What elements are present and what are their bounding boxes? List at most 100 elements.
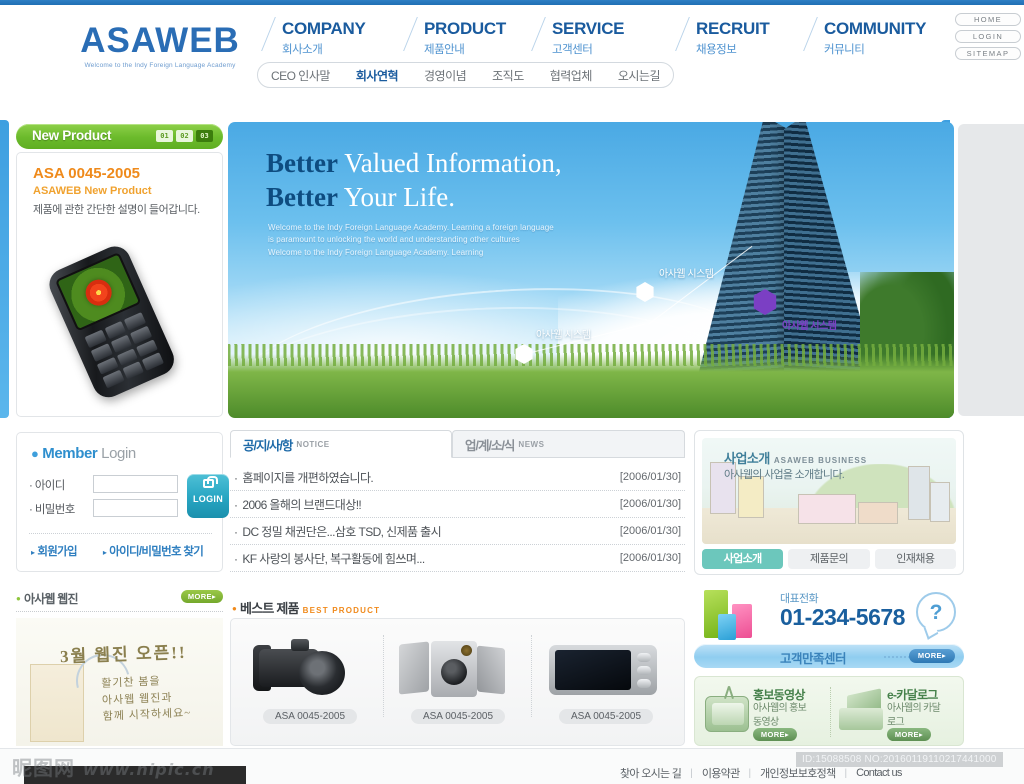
best-product-item[interactable]: ASA 0045-2005 <box>533 627 679 739</box>
promo-description: 아사웹의 홍보 동영상 <box>753 703 807 728</box>
new-product-item-subtitle: ASAWEB New Product <box>33 185 152 197</box>
grass-field-image <box>228 344 954 418</box>
banner-side-panel <box>958 124 1024 416</box>
nav-label-ko: 커뮤니티 <box>824 44 865 56</box>
promo-item-catalog[interactable]: e-카달로그 아사웹의 카달 로그 MORE▸ <box>831 684 964 742</box>
building-decor <box>930 482 950 522</box>
signup-link[interactable]: 회원가입 <box>31 543 77 559</box>
best-product-item[interactable]: ASA 0045-2005 <box>385 627 531 739</box>
site-logo[interactable]: ASAWEB Welcome to the Indy Foreign Langu… <box>60 23 260 69</box>
new-product-pager: 01 02 03 <box>156 130 213 142</box>
tab-label-en: NEWS <box>518 440 545 449</box>
customer-center-bar[interactable]: 고객만족센터 MORE▸ <box>694 644 964 668</box>
promo-more-button[interactable]: MORE▸ <box>753 728 797 741</box>
subnav-item-philosophy[interactable]: 경영이념 <box>424 67 467 84</box>
catalog-icon <box>837 688 885 734</box>
notice-row[interactable]: DC 정밀 채권단은...삼호 TSD, 신제품 출시 [2006/01/30] <box>230 518 685 545</box>
building-decor <box>908 466 930 520</box>
customer-center-more-button[interactable]: MORE▸ <box>909 649 955 663</box>
webzine-more-button[interactable]: MORE▸ <box>181 590 223 603</box>
tab-notice[interactable]: 공/지/사/항 NOTICE <box>230 430 452 458</box>
new-product-panel[interactable]: ASA 0045-2005 ASAWEB New Product 제품에 관한 … <box>16 152 223 417</box>
new-product-title: New Product <box>32 128 112 143</box>
promo-item-video[interactable]: 홍보동영상 아사웹의 홍보 동영상 MORE▸ <box>697 684 830 742</box>
footer-separator: | <box>690 767 693 779</box>
footer-link-privacy[interactable]: 개인정보보호정책 <box>760 765 836 781</box>
best-product-caption: ASA 0045-2005 <box>262 709 358 724</box>
watermark-url: www.nipic.cn <box>82 760 215 779</box>
banner-node-label: 아사웹 시스템 <box>782 321 837 332</box>
best-product-title-ko: 베스트 제품 <box>232 601 299 616</box>
business-tab-inquiry[interactable]: 제품문의 <box>788 549 870 569</box>
promo-description: 아사웹의 카달 로그 <box>887 703 941 728</box>
footer-separator: | <box>844 767 848 779</box>
pager-button-01[interactable]: 01 <box>156 130 173 142</box>
login-submit-button[interactable]: LOGIN <box>187 474 229 518</box>
best-product-caption: ASA 0045-2005 <box>558 709 654 724</box>
pager-button-02[interactable]: 02 <box>176 130 193 142</box>
pager-button-03[interactable]: 03 <box>196 130 213 142</box>
notice-row[interactable]: KF 사랑의 봉사단, 복구활동에 힘쓰며... [2006/01/30] <box>230 545 685 572</box>
subnav-item-history[interactable]: 회사연혁 <box>356 67 399 84</box>
find-id-password-link[interactable]: 아이디/비밀번호 찾기 <box>103 543 204 559</box>
nav-item-recruit[interactable]: RECRUIT 채용정보 <box>696 19 770 57</box>
notice-title: 2006 올해의 브랜드대상!! <box>234 496 361 513</box>
mobile-phone-icon <box>21 217 219 415</box>
business-tab-intro[interactable]: 사업소개 <box>702 549 784 569</box>
notice-board: 공/지/사/항 NOTICE 업/계/소/식 NEWS 홈페이지를 개편하였습니… <box>230 430 685 575</box>
subnav-item-organization[interactable]: 조직도 <box>492 67 524 84</box>
login-id-label-text: 아이디 <box>34 480 66 492</box>
webzine-title: 아사웹 웹진 <box>16 592 79 606</box>
banner-heading2-light: Your Life. <box>337 182 455 212</box>
promo-more-button[interactable]: MORE▸ <box>887 728 931 741</box>
footer-link-contact[interactable]: Contact us <box>856 767 902 779</box>
watermark-id-tag: ID:15088508 NO:20160119110217441000 <box>796 752 1003 767</box>
nav-label-ko: 회사소개 <box>282 44 323 56</box>
notice-date: [2006/01/30] <box>619 471 681 483</box>
customer-center-label: 고객만족센터 <box>780 652 847 666</box>
banner-node-top[interactable]: 아사웹 시스템 <box>635 269 714 302</box>
nav-divider-icon <box>261 17 276 51</box>
subnav-item-ceo-greeting[interactable]: CEO 인사말 <box>271 67 330 84</box>
footer-link-directions[interactable]: 찾아 오시는 길 <box>620 765 682 781</box>
phone-number: 01-234-5678 <box>780 604 905 630</box>
login-id-input[interactable] <box>93 475 178 493</box>
nav-item-community[interactable]: COMMUNITY 커뮤니티 <box>824 19 926 57</box>
best-product-item[interactable]: ASA 0045-2005 <box>237 627 383 739</box>
nav-label-en: SERVICE <box>552 19 625 38</box>
hero-banner[interactable]: Better Valued Information, Better Your L… <box>228 122 954 418</box>
banner-heading-line1: Better Valued Information, <box>266 150 562 177</box>
notice-row[interactable]: 홈페이지를 개편하였습니다. [2006/01/30] <box>230 464 685 491</box>
notice-row[interactable]: 2006 올해의 브랜드대상!! [2006/01/30] <box>230 491 685 518</box>
best-product-header: 베스트 제품BEST PRODUCT <box>232 598 380 618</box>
promo-box: 홍보동영상 아사웹의 홍보 동영상 MORE▸ e-카달로그 아사웹의 카달 로… <box>694 676 964 746</box>
utility-login-button[interactable]: LOGIN <box>955 30 1021 43</box>
bullet-icon: ● <box>31 446 39 461</box>
banner-heading2-bold: Better <box>266 182 338 212</box>
login-pw-label-text: 비밀번호 <box>34 504 76 516</box>
login-password-input[interactable] <box>93 499 178 517</box>
nav-item-service[interactable]: SERVICE 고객센터 <box>552 19 625 57</box>
nav-label-ko: 고객센터 <box>552 44 593 56</box>
help-question-icon[interactable]: ? <box>916 592 956 632</box>
business-tabs: 사업소개 제품문의 인재채용 <box>702 549 956 569</box>
subnav-item-partners[interactable]: 협력업체 <box>550 67 593 84</box>
subnav-item-directions[interactable]: 오시는길 <box>618 67 661 84</box>
nav-item-product[interactable]: PRODUCT 제품안내 <box>424 19 506 57</box>
business-title: 사업소개 ASAWEB BUSINESS <box>724 448 867 467</box>
business-illustration: 사업소개 ASAWEB BUSINESS 아사웹의 사업을 소개합니다. <box>702 438 956 544</box>
webzine-banner[interactable]: 3월 웹진 오픈!! 활기찬 봄을 아사웹 웹진과 함께 시작하세요~ <box>16 618 223 746</box>
best-product-list: ASA 0045-2005 ASA 0045-2005 ASA 0045-200… <box>230 618 685 746</box>
business-tab-recruit[interactable]: 인재채용 <box>874 549 956 569</box>
utility-sitemap-button[interactable]: SITEMAP <box>955 47 1021 60</box>
footer-link-terms[interactable]: 이용약관 <box>702 765 740 781</box>
promo-title: e-카달로그 <box>887 688 938 702</box>
tab-news[interactable]: 업/계/소/식 NEWS <box>452 430 685 458</box>
banner-node-left[interactable]: 아사웹 시스템 <box>514 330 591 364</box>
nav-item-company[interactable]: COMPANY 회사소개 <box>282 19 366 57</box>
banner-node-center[interactable]: 아사웹 시스템 <box>752 289 837 332</box>
hexagon-icon <box>753 289 777 315</box>
hexagon-icon <box>636 282 654 302</box>
notice-date: [2006/01/30] <box>619 498 681 510</box>
utility-home-button[interactable]: HOME <box>955 13 1021 26</box>
